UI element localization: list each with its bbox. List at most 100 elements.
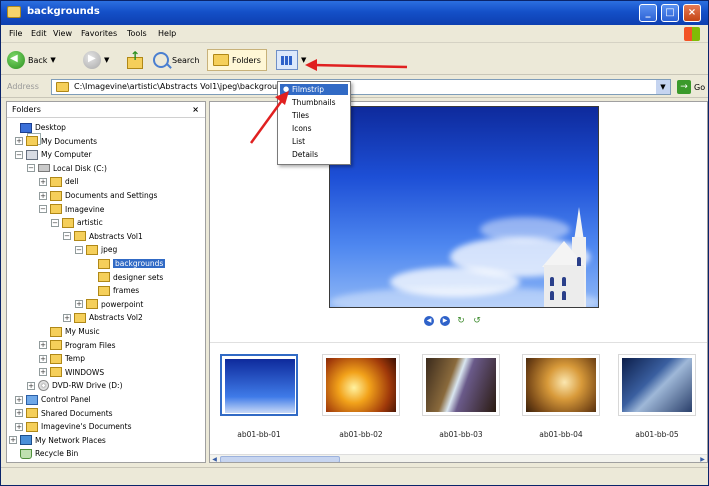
expand-icon[interactable]: + — [15, 395, 23, 404]
scroll-right-icon[interactable]: ▶ — [698, 455, 707, 462]
tree-item[interactable]: + dell — [39, 175, 79, 188]
tree-item[interactable]: − Local Disk (C:) — [27, 162, 107, 175]
explorer-window: backgrounds _ □ × File Edit View Favorit… — [0, 0, 709, 486]
folder-icon — [50, 367, 62, 378]
folders-pane-header: Folders × — [7, 102, 205, 118]
tree-item[interactable]: + My Documents — [15, 135, 97, 148]
menu-favorites[interactable]: Favorites — [81, 29, 117, 38]
expand-icon[interactable]: + — [39, 191, 47, 200]
tree-item[interactable]: Desktop — [9, 121, 66, 134]
tree-item[interactable]: + Temp — [39, 352, 85, 365]
scroll-left-icon[interactable]: ◀ — [210, 455, 219, 462]
collapse-icon[interactable]: − — [15, 150, 23, 159]
up-button[interactable] — [125, 49, 143, 71]
thumbnail[interactable]: ab01-bb-05 — [614, 354, 700, 444]
tree-item[interactable]: + DVD-RW Drive (D:) — [27, 379, 123, 392]
views-menu-item-details[interactable]: Details — [280, 149, 348, 160]
tree-item[interactable]: designer sets — [87, 271, 163, 284]
tree-item[interactable]: + Shared Documents — [15, 407, 113, 420]
tree-item[interactable]: − Abstracts Vol1 — [63, 230, 143, 243]
tree-item[interactable]: + My Network Places — [9, 434, 106, 447]
expand-icon[interactable]: + — [15, 422, 23, 431]
thumbnail[interactable]: ab01-bb-04 — [518, 354, 604, 444]
forward-button[interactable]: ▼ — [83, 49, 109, 71]
thumbnail-image — [622, 358, 692, 412]
maximize-button[interactable]: □ — [661, 4, 679, 22]
rotate-clockwise-icon[interactable]: ↻ — [456, 316, 466, 326]
chevron-down-icon[interactable]: ▼ — [104, 56, 109, 64]
address-input[interactable]: C:\Imagevine\artistic\Abstracts Vol1\jpe… — [51, 79, 671, 95]
views-menu-item-label: Details — [292, 150, 319, 159]
tree-item[interactable]: My Music — [39, 325, 100, 338]
drive-icon — [38, 164, 50, 173]
expand-icon[interactable]: + — [27, 381, 35, 390]
tree-item[interactable]: Recycle Bin — [9, 447, 78, 460]
preview-image[interactable] — [329, 106, 599, 308]
close-button[interactable]: × — [683, 4, 701, 22]
close-icon[interactable]: × — [192, 102, 199, 117]
thumbnail[interactable]: ab01-bb-03 — [418, 354, 504, 444]
collapse-icon[interactable]: − — [63, 232, 71, 241]
tree-item[interactable]: − jpeg — [75, 243, 117, 256]
desktop-icon — [20, 122, 32, 133]
tree-item[interactable]: frames — [87, 284, 139, 297]
tree-item[interactable]: − Imagevine — [39, 203, 104, 216]
tree-item[interactable]: + Program Files — [39, 339, 116, 352]
expand-icon[interactable]: + — [39, 354, 47, 363]
title-bar[interactable]: backgrounds _ □ × — [1, 1, 708, 25]
expand-icon[interactable]: + — [75, 300, 83, 309]
menu-help[interactable]: Help — [158, 29, 176, 38]
folder-icon — [74, 312, 86, 323]
thumbnail[interactable]: ab01-bb-02 — [318, 354, 404, 444]
tree-item-label: Desktop — [35, 123, 66, 132]
next-image-icon[interactable]: ▶ — [440, 316, 450, 326]
expand-icon[interactable]: + — [63, 313, 71, 322]
folder-icon — [50, 190, 62, 201]
previous-image-icon[interactable]: ◀ — [424, 316, 434, 326]
menu-view[interactable]: View — [53, 29, 72, 38]
tree-item[interactable]: − My Computer — [15, 148, 92, 161]
expand-icon[interactable]: + — [15, 137, 23, 146]
folder-icon — [98, 272, 110, 283]
tree-item[interactable]: + WINDOWS — [39, 366, 104, 379]
expand-icon[interactable]: + — [15, 409, 23, 418]
scrollbar-thumb[interactable] — [220, 456, 340, 462]
tree-item-label: Program Files — [65, 340, 116, 350]
thumbnail[interactable]: ab01-bb-01 — [216, 354, 302, 444]
expand-icon[interactable]: + — [39, 177, 47, 186]
chevron-down-icon[interactable]: ▼ — [50, 56, 55, 64]
tree-item[interactable]: backgrounds — [87, 257, 166, 270]
church-illustration — [534, 207, 594, 307]
tree-item-label: backgrounds — [113, 259, 166, 268]
go-arrow-icon: → — [677, 80, 691, 94]
tree-item[interactable]: + Control Panel — [15, 393, 91, 406]
collapse-icon[interactable]: − — [75, 245, 83, 254]
rotate-counterclockwise-icon[interactable]: ↺ — [472, 316, 482, 326]
go-button[interactable]: → Go — [677, 80, 705, 94]
computer-icon — [26, 149, 38, 160]
folder-icon — [86, 299, 98, 310]
thumbnail-image — [225, 359, 295, 413]
horizontal-scrollbar[interactable]: ◀ ▶ — [210, 454, 707, 462]
menu-file[interactable]: File — [9, 29, 22, 38]
expand-icon[interactable]: + — [9, 436, 17, 445]
tree-item[interactable]: + Imagevine's Documents — [15, 420, 132, 433]
thumbnail-frame — [522, 354, 600, 416]
collapse-icon[interactable]: − — [27, 164, 35, 173]
minimize-button[interactable]: _ — [639, 4, 657, 22]
chevron-down-icon[interactable]: ▼ — [656, 80, 670, 94]
tree-item[interactable]: + Abstracts Vol2 — [63, 311, 143, 324]
tree-item[interactable]: − artistic — [51, 216, 103, 229]
menu-tools[interactable]: Tools — [127, 29, 147, 38]
tree-item[interactable]: + Documents and Settings — [39, 189, 157, 202]
search-button[interactable]: Search — [153, 49, 199, 71]
expand-icon[interactable]: + — [39, 341, 47, 350]
tree-item-label: WINDOWS — [65, 367, 105, 377]
collapse-icon[interactable]: − — [39, 205, 47, 214]
folders-button[interactable]: Folders — [207, 49, 267, 71]
expand-icon[interactable]: + — [39, 368, 47, 377]
menu-edit[interactable]: Edit — [31, 29, 47, 38]
back-button[interactable]: Back ▼ — [7, 49, 56, 71]
tree-item[interactable]: + powerpoint — [75, 298, 143, 311]
collapse-icon[interactable]: − — [51, 218, 59, 227]
